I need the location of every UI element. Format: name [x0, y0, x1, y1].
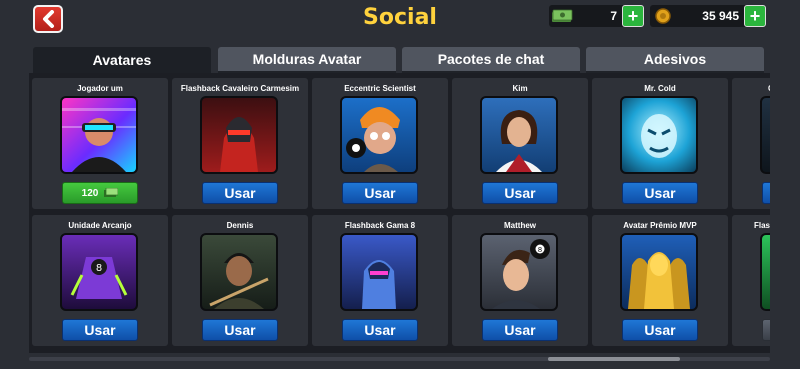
svg-text:8: 8 [96, 263, 102, 274]
use-button[interactable]: Usar [342, 319, 418, 341]
avatar-name: Unidade Arcanjo [68, 221, 132, 230]
coin-balance: 35 945 + [650, 5, 766, 27]
avatar-card[interactable]: Avatar Prêmio MVP Usar [592, 215, 728, 346]
avatar-image [760, 233, 770, 311]
avatar-image [620, 96, 698, 174]
horizontal-scrollbar[interactable] [29, 357, 770, 361]
avatar-name: Jogador um [77, 84, 123, 93]
avatar-image [200, 233, 278, 311]
avatar-name: C [732, 84, 770, 93]
avatar-name: Flash [754, 221, 770, 230]
avatar-image [340, 233, 418, 311]
use-button[interactable] [762, 319, 770, 341]
avatar-card[interactable]: Mr. Cold Usar [592, 78, 728, 209]
avatar-name: Flashback Gama 8 [344, 221, 416, 230]
avatar-name: Avatar Prêmio MVP [623, 221, 697, 230]
price-label: 120 [81, 187, 99, 199]
avatar-image [760, 96, 770, 174]
tab-molduras-avatar[interactable]: Molduras Avatar [218, 47, 396, 73]
plus-icon: + [627, 6, 639, 26]
avatar-name: Dennis [226, 221, 254, 230]
avatar-card[interactable]: Flashback Cavaleiro Carmesim Usar [172, 78, 308, 209]
avatar-card[interactable]: Matthew 8 Usar [452, 215, 588, 346]
use-button[interactable]: Usar [342, 182, 418, 204]
use-button[interactable]: Usar [202, 182, 278, 204]
coin-value: 35 945 [702, 9, 739, 23]
cash-value: 7 [610, 9, 617, 23]
avatar-card[interactable]: Flashback Gama 8 Usar [312, 215, 448, 346]
avatar-image [60, 96, 138, 174]
scrollbar-thumb[interactable] [548, 357, 680, 361]
avatar-image [620, 233, 698, 311]
avatar-card[interactable]: Dennis Usar [172, 215, 308, 346]
use-button[interactable]: Usar [62, 319, 138, 341]
buy-button[interactable]: 120 [62, 182, 138, 204]
avatar-card[interactable]: Unidade Arcanjo 8 Usar [32, 215, 168, 346]
tab-adesivos[interactable]: Adesivos [586, 47, 764, 73]
tab-pacotes-de-chat[interactable]: Pacotes de chat [402, 47, 580, 73]
use-button[interactable]: Usar [622, 319, 698, 341]
svg-text:8: 8 [538, 246, 542, 254]
avatar-image: 8 [60, 233, 138, 311]
avatar-panel: Jogador um 120 Flashback Cavaleiro Carme… [29, 73, 770, 353]
add-cash-button[interactable]: + [622, 5, 644, 27]
avatar-card[interactable]: Eccentric Scientist Usar [312, 78, 448, 209]
avatar-card[interactable]: Kim Usar [452, 78, 588, 209]
cash-icon [549, 5, 575, 27]
cash-icon [104, 188, 119, 197]
avatar-name: Mr. Cold [644, 84, 676, 93]
use-button[interactable]: Usar [202, 319, 278, 341]
tab-avatares[interactable]: Avatares [33, 47, 211, 73]
coin-icon [650, 5, 676, 27]
cash-balance: 7 + [549, 5, 644, 27]
top-bar: Social 7 + 35 945 + [0, 0, 800, 46]
avatar-image [200, 96, 278, 174]
use-button[interactable]: Usar [482, 319, 558, 341]
avatar-image [340, 96, 418, 174]
avatar-image [480, 96, 558, 174]
plus-icon: + [749, 6, 761, 26]
avatar-card[interactable]: C [732, 78, 770, 209]
use-button[interactable]: Usar [622, 182, 698, 204]
avatar-card[interactable]: Flash [732, 215, 770, 346]
avatar-name: Matthew [504, 221, 536, 230]
tab-bar: Avatares Molduras Avatar Pacotes de chat… [33, 47, 766, 73]
avatar-name: Kim [512, 84, 528, 93]
use-button[interactable]: Usar [482, 182, 558, 204]
use-button[interactable] [762, 182, 770, 204]
add-coins-button[interactable]: + [744, 5, 766, 27]
avatar-name: Eccentric Scientist [344, 84, 416, 93]
avatar-image: 8 [480, 233, 558, 311]
avatar-name: Flashback Cavaleiro Carmesim [180, 84, 300, 93]
avatar-card[interactable]: Jogador um 120 [32, 78, 168, 209]
